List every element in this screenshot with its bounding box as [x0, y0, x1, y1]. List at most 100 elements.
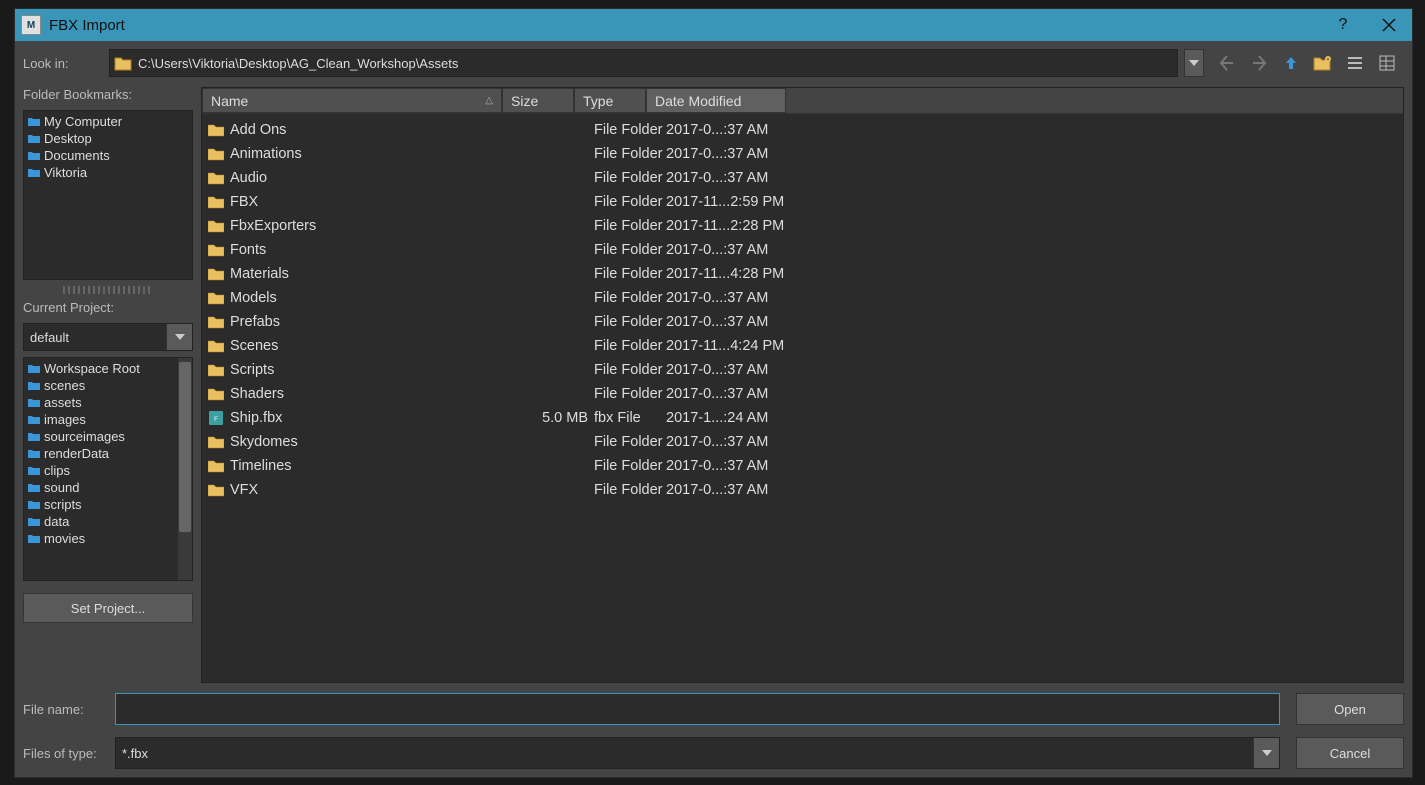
- workspace-item[interactable]: images: [26, 411, 190, 428]
- new-folder-icon[interactable]: ✦: [1312, 52, 1334, 74]
- file-row[interactable]: FontsFile Folder2017-0...:37 AM: [202, 238, 1403, 262]
- workspace-label: assets: [44, 395, 82, 410]
- list-view-icon[interactable]: [1344, 52, 1366, 74]
- file-date: 2017-0...:37 AM: [666, 146, 1403, 162]
- column-size[interactable]: Size: [502, 88, 574, 113]
- splitter-handle[interactable]: [63, 286, 153, 294]
- filetype-label: Files of type:: [23, 746, 109, 761]
- file-row[interactable]: FbxExportersFile Folder2017-11...2:28 PM: [202, 214, 1403, 238]
- folder-icon: [208, 195, 224, 209]
- folder-icon: [208, 315, 224, 329]
- column-type[interactable]: Type: [574, 88, 646, 113]
- open-button[interactable]: Open: [1296, 693, 1404, 725]
- workspace-label: scenes: [44, 378, 85, 393]
- bookmark-label: Desktop: [44, 131, 92, 146]
- file-row[interactable]: FBXFile Folder2017-11...2:59 PM: [202, 190, 1403, 214]
- filename-label: File name:: [23, 702, 109, 717]
- file-name: Materials: [230, 266, 522, 282]
- file-row[interactable]: Models File Folder2017-0...:37 AM: [202, 286, 1403, 310]
- workspace-item[interactable]: assets: [26, 394, 190, 411]
- cancel-button[interactable]: Cancel: [1296, 737, 1404, 769]
- file-row[interactable]: VFXFile Folder2017-0...:37 AM: [202, 478, 1403, 502]
- folder-icon: [208, 459, 224, 473]
- detail-view-icon[interactable]: [1376, 52, 1398, 74]
- file-date: 2017-0...:37 AM: [666, 386, 1403, 402]
- file-row[interactable]: Add OnsFile Folder2017-0...:37 AM: [202, 118, 1403, 142]
- filetype-select[interactable]: *.fbx: [115, 737, 1280, 769]
- file-row[interactable]: AudioFile Folder2017-0...:37 AM: [202, 166, 1403, 190]
- folder-mini-icon: [28, 398, 40, 408]
- column-name[interactable]: Name△: [202, 88, 502, 113]
- back-icon[interactable]: [1216, 52, 1238, 74]
- project-select[interactable]: default: [23, 323, 193, 351]
- file-row[interactable]: SkydomesFile Folder2017-0...:37 AM: [202, 430, 1403, 454]
- file-name: FBX: [230, 194, 522, 210]
- file-row[interactable]: AnimationsFile Folder2017-0...:37 AM: [202, 142, 1403, 166]
- folder-mini-icon: [28, 432, 40, 442]
- file-type: File Folder: [594, 218, 666, 234]
- file-row[interactable]: ScenesFile Folder2017-11...4:24 PM: [202, 334, 1403, 358]
- bookmark-item[interactable]: My Computer: [26, 113, 190, 130]
- workspace-listbox[interactable]: Workspace Rootscenes assets images sourceim…: [23, 357, 193, 581]
- folder-mini-icon: [28, 500, 40, 510]
- file-type: File Folder: [594, 122, 666, 138]
- workspace-label: scripts: [44, 497, 82, 512]
- folder-mini-icon: [28, 364, 40, 374]
- bookmark-label: My Computer: [44, 114, 122, 129]
- workspace-scrollbar[interactable]: [178, 358, 192, 580]
- folder-mini-icon: [28, 151, 40, 161]
- fbx-file-icon: F: [208, 411, 224, 425]
- workspace-item[interactable]: sourceimages: [26, 428, 190, 445]
- forward-icon[interactable]: [1248, 52, 1270, 74]
- help-button[interactable]: ?: [1320, 9, 1366, 41]
- file-date: 2017-1...:24 AM: [666, 410, 1403, 426]
- workspace-item[interactable]: Workspace Root: [26, 360, 190, 377]
- workspace-item[interactable]: scripts: [26, 496, 190, 513]
- folder-icon: [208, 483, 224, 497]
- workspace-label: images: [44, 412, 86, 427]
- file-row[interactable]: ShadersFile Folder2017-0...:37 AM: [202, 382, 1403, 406]
- file-type: File Folder: [594, 290, 666, 306]
- column-date[interactable]: Date Modified: [646, 88, 786, 113]
- workspace-item[interactable]: clips: [26, 462, 190, 479]
- workspace-item[interactable]: data: [26, 513, 190, 530]
- bookmark-item[interactable]: Viktoria: [26, 164, 190, 181]
- file-name: Fonts: [230, 242, 522, 258]
- lookin-label: Look in:: [23, 56, 103, 71]
- file-row[interactable]: MaterialsFile Folder2017-11...4:28 PM: [202, 262, 1403, 286]
- filename-input[interactable]: [115, 693, 1280, 725]
- workspace-item[interactable]: movies: [26, 530, 190, 547]
- workspace-label: sound: [44, 480, 79, 495]
- folder-icon: [208, 171, 224, 185]
- folder-mini-icon: [28, 168, 40, 178]
- workspace-item[interactable]: scenes: [26, 377, 190, 394]
- lookin-dropdown-button[interactable]: [1184, 49, 1204, 77]
- fbx-import-dialog: M FBX Import ? Look in: C:\Users\Viktori…: [14, 8, 1413, 778]
- bookmark-item[interactable]: Desktop: [26, 130, 190, 147]
- up-folder-icon[interactable]: [1280, 52, 1302, 74]
- file-row[interactable]: ScriptsFile Folder2017-0...:37 AM: [202, 358, 1403, 382]
- file-type: File Folder: [594, 194, 666, 210]
- file-row[interactable]: TimelinesFile Folder2017-0...:37 AM: [202, 454, 1403, 478]
- close-button[interactable]: [1366, 9, 1412, 41]
- file-type: File Folder: [594, 338, 666, 354]
- file-name: Scenes: [230, 338, 522, 354]
- set-project-button[interactable]: Set Project...: [23, 593, 193, 623]
- bookmarks-listbox[interactable]: My Computer DesktopDocumentsViktoria: [23, 110, 193, 280]
- bookmark-item[interactable]: Documents: [26, 147, 190, 164]
- file-row[interactable]: FShip.fbx5.0 MBfbx File2017-1...:24 AM: [202, 406, 1403, 430]
- folder-mini-icon: [28, 466, 40, 476]
- workspace-item[interactable]: renderData: [26, 445, 190, 462]
- lookin-path-input[interactable]: C:\Users\Viktoria\Desktop\AG_Clean_Works…: [109, 49, 1178, 77]
- dialog-title: FBX Import: [49, 17, 125, 34]
- project-select-dropdown-icon: [166, 324, 192, 350]
- file-name: Models: [230, 290, 522, 306]
- file-date: 2017-0...:37 AM: [666, 290, 1403, 306]
- file-type: File Folder: [594, 314, 666, 330]
- file-name: Prefabs: [230, 314, 522, 330]
- file-rows[interactable]: Add OnsFile Folder2017-0...:37 AMAnimati…: [202, 114, 1403, 682]
- file-row[interactable]: PrefabsFile Folder2017-0...:37 AM: [202, 310, 1403, 334]
- file-date: 2017-0...:37 AM: [666, 482, 1403, 498]
- workspace-label: sourceimages: [44, 429, 125, 444]
- workspace-item[interactable]: sound: [26, 479, 190, 496]
